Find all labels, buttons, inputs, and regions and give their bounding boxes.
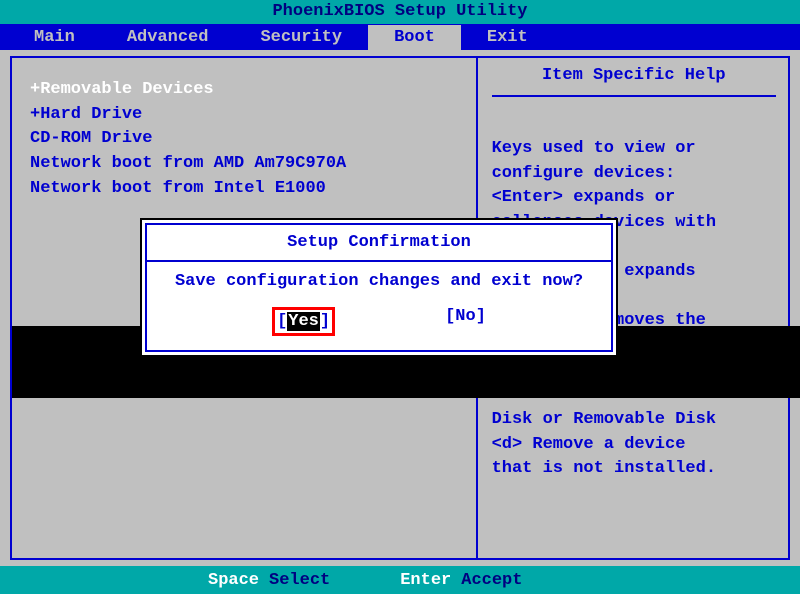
dialog-message: Save configuration changes and exit now? bbox=[147, 262, 611, 305]
app-title: PhoenixBIOS Setup Utility bbox=[272, 2, 527, 21]
help-title: Item Specific Help bbox=[492, 66, 776, 97]
boot-item-net-intel[interactable]: Network boot from Intel E1000 bbox=[30, 177, 470, 202]
footer-key-space: Space bbox=[208, 571, 259, 590]
boot-item-cdrom[interactable]: CD-ROM Drive bbox=[30, 127, 470, 152]
boot-item-hard-drive[interactable]: +Hard Drive bbox=[30, 103, 470, 128]
yes-button[interactable]: [Yes] bbox=[272, 307, 335, 336]
menu-main[interactable]: Main bbox=[8, 25, 101, 50]
menu-security[interactable]: Security bbox=[234, 25, 368, 50]
dialog-title: Setup Confirmation bbox=[147, 225, 611, 262]
menu-boot[interactable]: Boot bbox=[368, 25, 461, 50]
boot-item-net-amd[interactable]: Network boot from AMD Am79C970A bbox=[30, 152, 470, 177]
footer-bar: Space Select Enter Accept bbox=[0, 566, 800, 594]
no-button[interactable]: [No] bbox=[445, 307, 486, 336]
dialog-inner: Setup Confirmation Save configuration ch… bbox=[145, 223, 613, 352]
menu-advanced[interactable]: Advanced bbox=[101, 25, 235, 50]
footer-key-enter: Enter bbox=[400, 571, 451, 590]
footer-label-select: Select bbox=[269, 571, 330, 590]
menu-bar: Main Advanced Security Boot Exit bbox=[0, 24, 800, 50]
confirmation-dialog: Setup Confirmation Save configuration ch… bbox=[140, 218, 618, 357]
title-bar: PhoenixBIOS Setup Utility bbox=[0, 0, 800, 24]
menu-exit[interactable]: Exit bbox=[461, 25, 554, 50]
boot-item-removable[interactable]: +Removable Devices bbox=[30, 78, 470, 103]
dialog-buttons: [Yes] [No] bbox=[147, 305, 611, 350]
footer-label-accept: Accept bbox=[461, 571, 522, 590]
